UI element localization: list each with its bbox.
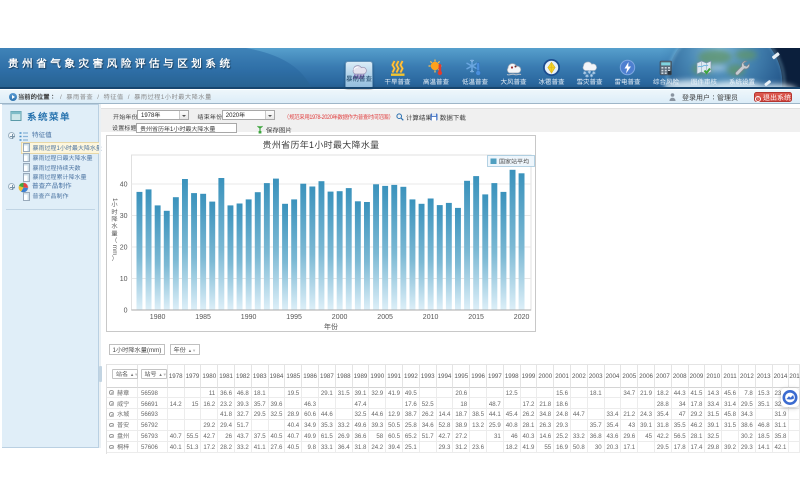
svg-text:年份: 年份 [324, 322, 338, 331]
svg-text:1990: 1990 [241, 314, 257, 321]
svg-text:2015: 2015 [468, 314, 484, 321]
svg-text:1985: 1985 [195, 314, 211, 321]
svg-text:30: 30 [120, 213, 128, 220]
svg-text:40: 40 [120, 182, 128, 189]
svg-text:0: 0 [124, 308, 128, 315]
svg-text:2010: 2010 [423, 314, 439, 321]
svg-text:1995: 1995 [286, 314, 302, 321]
svg-text:2005: 2005 [377, 314, 393, 321]
svg-text:2020: 2020 [514, 314, 530, 321]
svg-text:国家站平均: 国家站平均 [499, 158, 529, 166]
svg-text:1980: 1980 [150, 314, 166, 321]
svg-text:10: 10 [120, 276, 128, 283]
svg-text:20: 20 [120, 245, 128, 252]
svg-text:2000: 2000 [332, 314, 348, 321]
